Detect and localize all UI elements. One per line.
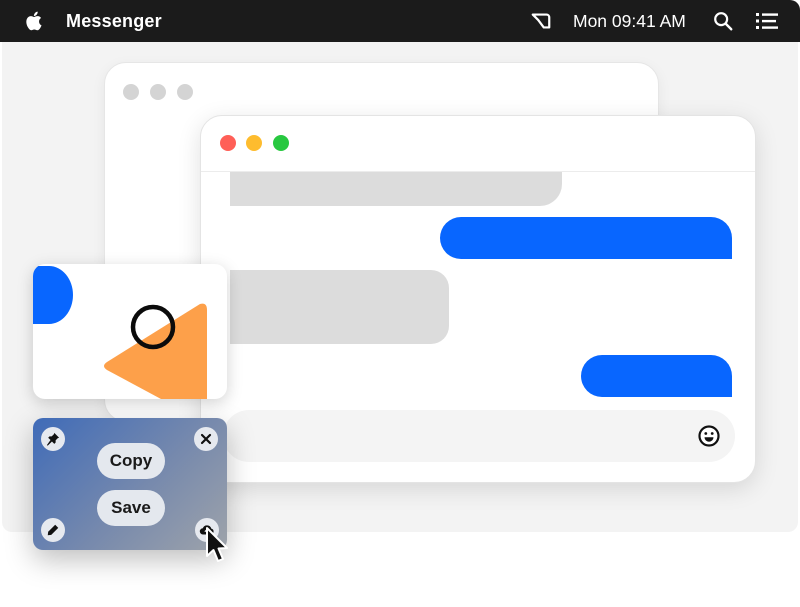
save-button[interactable]: Save bbox=[97, 490, 165, 526]
screenshot-actions-panel: Copy Save bbox=[33, 418, 227, 550]
app-title[interactable]: Messenger bbox=[66, 11, 162, 32]
image-preview-artwork bbox=[33, 266, 207, 399]
window-control-inactive[interactable] bbox=[123, 84, 139, 100]
smiley-icon[interactable] bbox=[697, 424, 721, 448]
message-bubble-outgoing[interactable] bbox=[440, 217, 732, 259]
close-window-button[interactable] bbox=[220, 135, 236, 151]
zoom-window-button[interactable] bbox=[273, 135, 289, 151]
message-bubble-incoming[interactable] bbox=[230, 270, 449, 344]
display-mirror-icon[interactable] bbox=[530, 10, 552, 32]
minimize-window-button[interactable] bbox=[246, 135, 262, 151]
window-control-inactive[interactable] bbox=[177, 84, 193, 100]
blue-semicircle-shape bbox=[33, 266, 73, 324]
pencil-icon bbox=[47, 524, 59, 536]
menu-bar: Messenger Mon 09:41 AM bbox=[0, 0, 800, 42]
copy-button[interactable]: Copy bbox=[97, 443, 165, 479]
orange-triangle-shape bbox=[104, 303, 207, 399]
window-titlebar bbox=[201, 116, 755, 172]
pin-icon bbox=[46, 432, 60, 446]
window-control-inactive[interactable] bbox=[150, 84, 166, 100]
message-bubble-outgoing[interactable] bbox=[581, 355, 732, 397]
message-bubble-incoming[interactable] bbox=[230, 172, 562, 206]
markup-button[interactable] bbox=[41, 518, 65, 542]
close-button[interactable] bbox=[194, 427, 218, 451]
mouse-pointer-icon bbox=[206, 527, 228, 562]
list-icon[interactable] bbox=[755, 11, 779, 31]
message-composer[interactable] bbox=[223, 410, 735, 462]
pin-button[interactable] bbox=[41, 427, 65, 451]
image-preview[interactable] bbox=[33, 264, 227, 399]
search-icon[interactable] bbox=[712, 10, 734, 32]
close-icon bbox=[200, 433, 212, 445]
apple-logo-icon[interactable] bbox=[24, 10, 46, 32]
clock[interactable]: Mon 09:41 AM bbox=[573, 11, 686, 32]
chat-window bbox=[200, 115, 756, 483]
